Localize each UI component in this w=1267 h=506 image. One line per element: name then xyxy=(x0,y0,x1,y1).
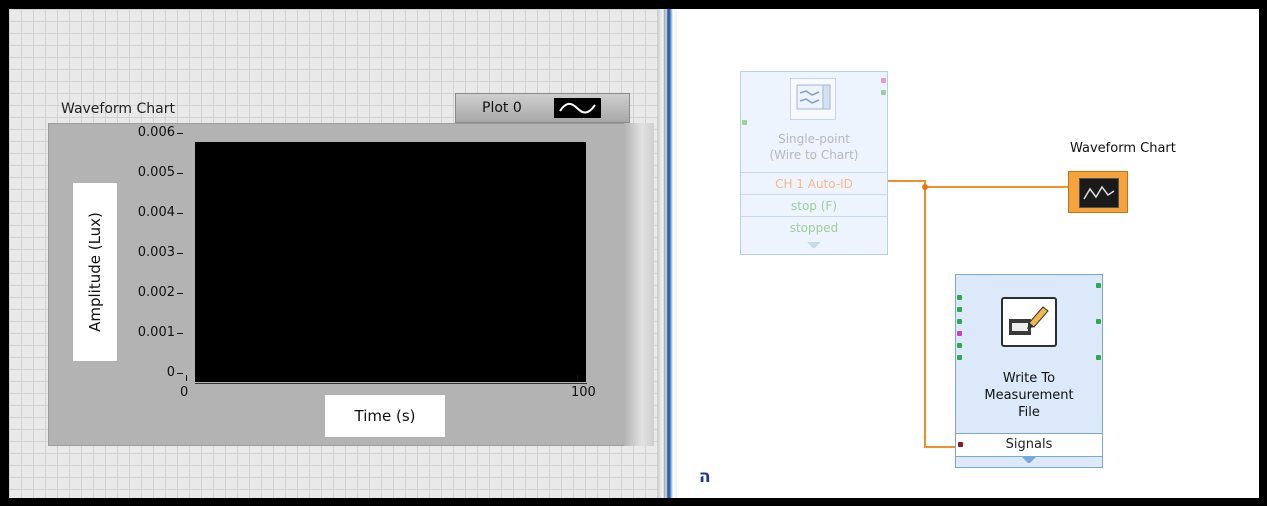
y-axis-label: Amplitude (Lux) xyxy=(86,212,104,332)
y-tick-label: 0.005 xyxy=(137,165,175,180)
corner-glyph: ה xyxy=(699,467,711,487)
write-title-line2: Measurement xyxy=(984,388,1074,403)
y-tick-mark xyxy=(177,373,183,374)
y-tick-label: 0.003 xyxy=(137,245,175,260)
y-tick-mark xyxy=(177,253,183,254)
y-tick-label: 0.006 xyxy=(137,125,175,140)
plot-area[interactable] xyxy=(195,142,586,382)
daq-terminal-stopped[interactable]: stopped xyxy=(741,216,887,239)
write-terminal-signals[interactable]: Signals xyxy=(956,433,1102,457)
wire-to-chart[interactable] xyxy=(926,186,1068,188)
write-pin-out-1 xyxy=(1096,283,1101,288)
daq-assistant-icon xyxy=(790,78,836,120)
write-pin-2 xyxy=(957,307,962,312)
block-diagram: Single-point (Wire to Chart) CH 1 Auto-I… xyxy=(677,9,1259,498)
write-pin-out-2 xyxy=(1096,319,1101,324)
write-pin-3 xyxy=(957,319,962,324)
daq-assistant-node[interactable]: Single-point (Wire to Chart) CH 1 Auto-I… xyxy=(740,71,888,255)
daq-pin-out-mid xyxy=(881,90,886,95)
wire-drop[interactable] xyxy=(924,180,926,448)
wire-daq-out[interactable] xyxy=(888,180,926,182)
chart-label: Waveform Chart xyxy=(61,101,175,117)
signals-pin xyxy=(958,442,963,447)
write-pin-1 xyxy=(957,295,962,300)
daq-title-line2: (Wire to Chart) xyxy=(769,148,859,162)
chart-terminal-label: Waveform Chart xyxy=(1070,141,1176,156)
x-tick-mark xyxy=(186,375,187,381)
y-tick-label: 0 xyxy=(166,365,175,380)
write-pin-out-3 xyxy=(1096,355,1101,360)
x-tick-label: 0 xyxy=(180,385,189,400)
write-pin-6 xyxy=(957,355,962,360)
wire-junction xyxy=(922,184,928,190)
waveform-chart-terminal[interactable] xyxy=(1068,171,1128,213)
daq-terminal-stop[interactable]: stop (F) xyxy=(741,194,887,217)
x-axis-line xyxy=(195,383,587,384)
daq-title-line1: Single-point xyxy=(778,132,850,146)
x-axis-label: Time (s) xyxy=(354,407,416,425)
write-title-line1: Write To xyxy=(1002,371,1056,386)
write-title-line3: File xyxy=(1018,405,1040,420)
waveform-chart-terminal-icon xyxy=(1079,178,1119,208)
x-tick-label: 100 xyxy=(571,385,596,400)
y-tick-mark xyxy=(177,213,183,214)
daq-node-resize-arrow[interactable] xyxy=(807,242,821,250)
daq-pin-in xyxy=(742,120,747,125)
write-node-title: Write To Measurement File xyxy=(956,370,1102,421)
plot-legend[interactable]: Plot 0 xyxy=(455,93,630,123)
y-tick-label: 0.001 xyxy=(137,325,175,340)
write-pin-4 xyxy=(957,331,962,336)
daq-pin-out-top xyxy=(881,78,886,83)
pane-splitter[interactable] xyxy=(657,9,677,498)
legend-plot-name: Plot 0 xyxy=(482,100,522,116)
write-pin-5 xyxy=(957,343,962,348)
daq-terminal-ch1[interactable]: CH 1 Auto-ID xyxy=(741,172,887,195)
wire-to-write[interactable] xyxy=(924,446,955,448)
y-tick-mark xyxy=(177,293,183,294)
y-tick-mark xyxy=(177,133,183,134)
y-tick-mark xyxy=(177,333,183,334)
x-tick-mark xyxy=(577,375,578,381)
plot-line-icon xyxy=(554,98,601,118)
write-node-resize-arrow[interactable] xyxy=(1022,457,1036,465)
y-tick-label: 0.004 xyxy=(137,205,175,220)
write-measurement-file-node[interactable]: Write To Measurement File Signals xyxy=(955,274,1103,468)
write-file-icon xyxy=(1001,297,1057,347)
front-panel: Waveform Chart Plot 0 Amplitude (Lux) Ti… xyxy=(9,9,657,498)
y-tick-mark xyxy=(177,173,183,174)
y-tick-label: 0.002 xyxy=(137,285,175,300)
